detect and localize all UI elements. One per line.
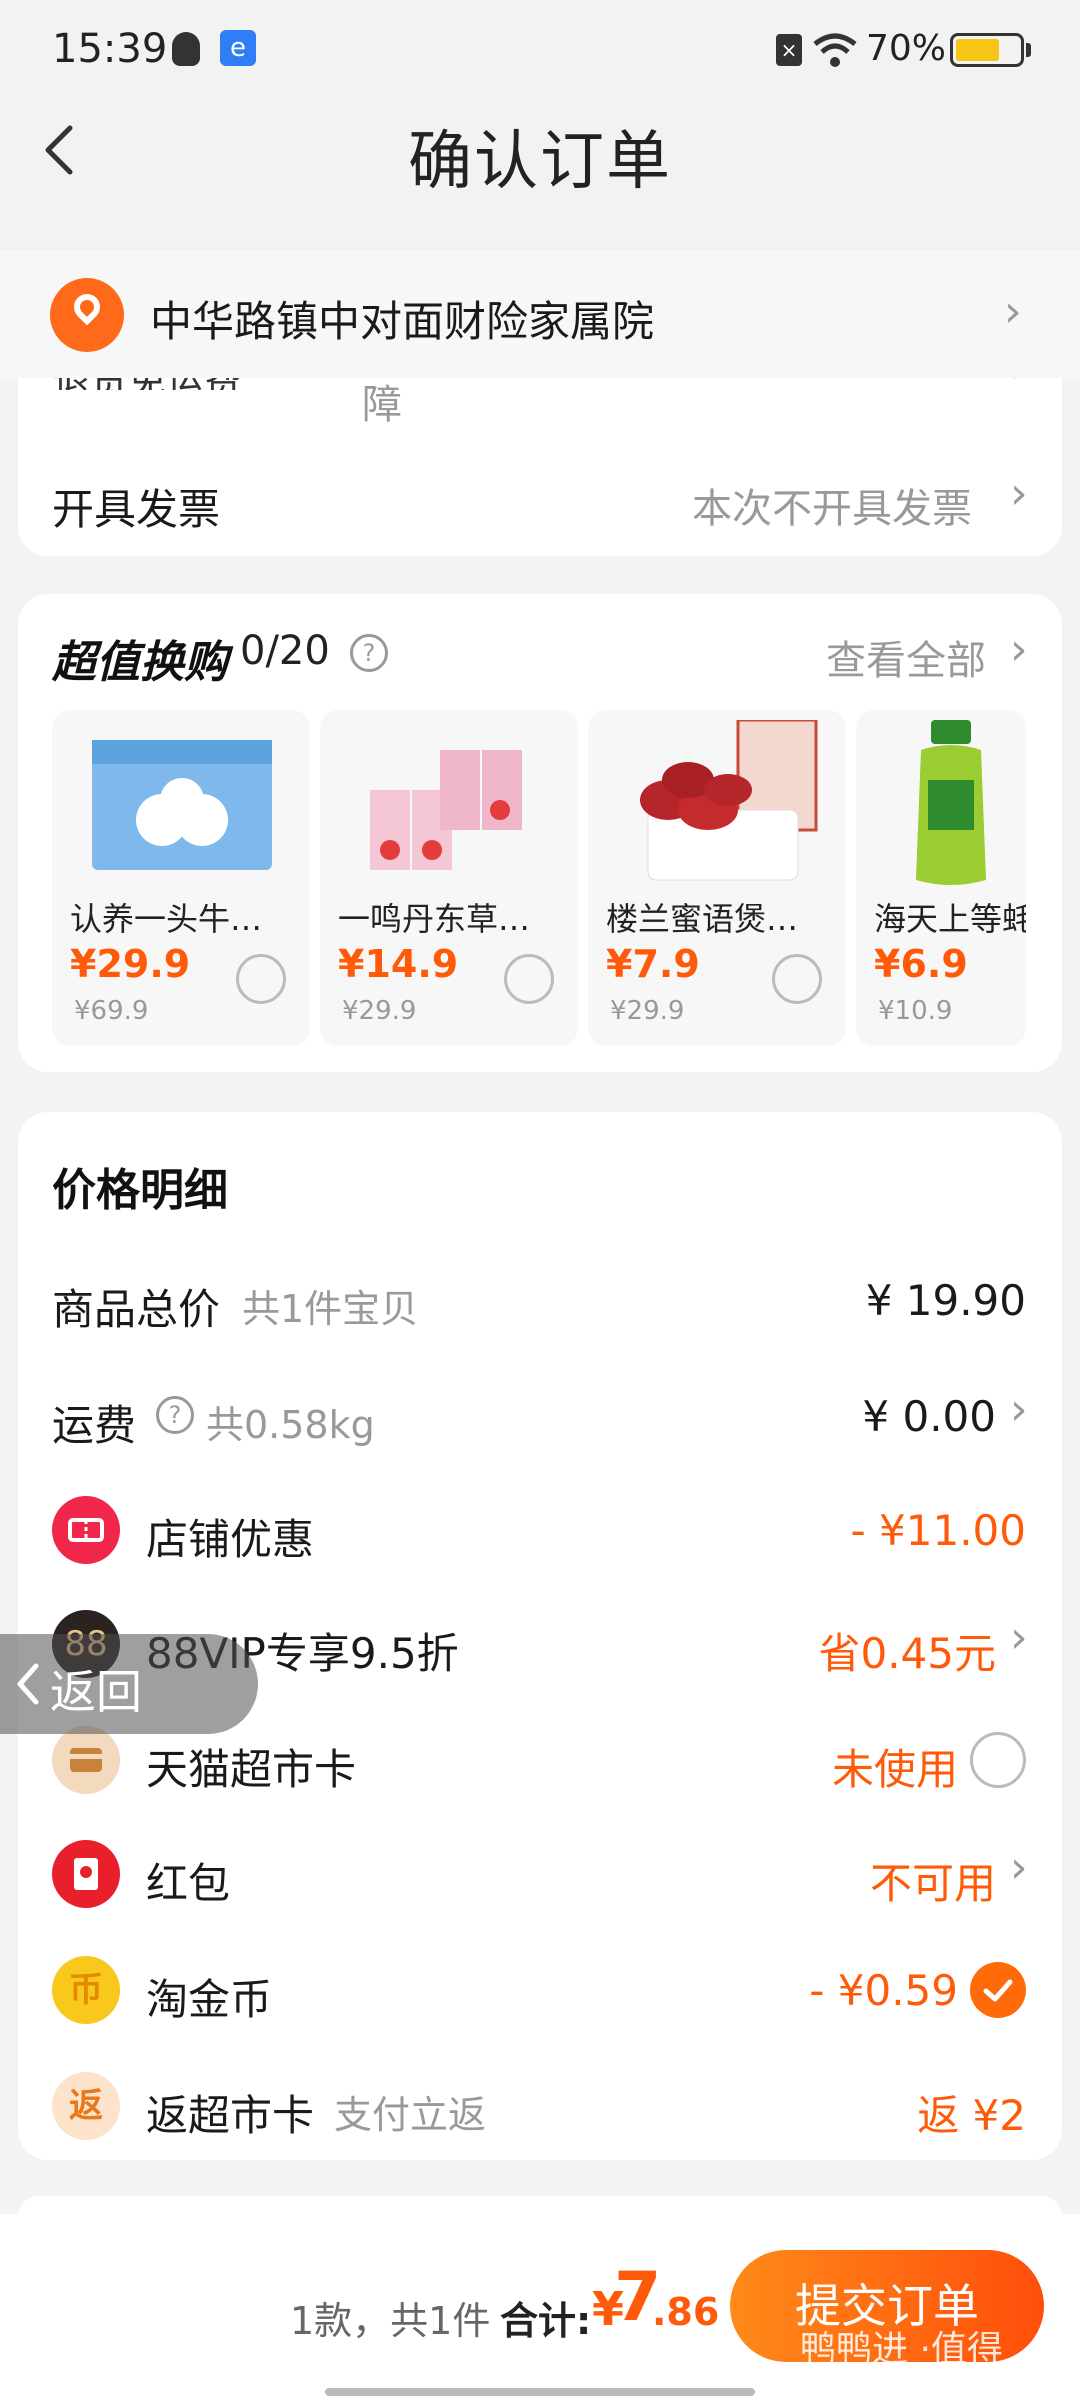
gold-coin-value: - ¥0.59 <box>809 1966 958 2015</box>
goods-total-label: 商品总价 <box>52 1285 221 1334</box>
supermarket-card-label: 天猫超市卡 <box>146 1745 357 1794</box>
page-title: 确认订单 <box>408 125 672 199</box>
status-time: 15:39 <box>52 26 168 72</box>
cashback-label: 返超市卡 <box>146 2091 315 2140</box>
return-shipping-value: 障 <box>362 382 402 428</box>
invoice-value[interactable]: 本次不开具发票 <box>692 476 972 534</box>
deal-item[interactable]: 海天上等蚝 ¥6.9 ¥10.9 <box>856 710 1026 1046</box>
product-image <box>92 740 272 870</box>
chevron-right-icon: › <box>1010 1384 1028 1435</box>
deal-item[interactable]: 一鸣丹东草… ¥14.9 ¥29.9 <box>320 710 578 1046</box>
select-radio[interactable] <box>504 954 554 1004</box>
cashback-value: 返 ¥2 <box>917 2091 1026 2140</box>
red-packet-label: 红包 <box>146 1859 231 1908</box>
product-image <box>640 720 818 881</box>
battery-tip <box>1026 43 1031 57</box>
product-name: 一鸣丹东草… <box>338 900 531 938</box>
deal-item[interactable]: 楼兰蜜语煲… ¥7.9 ¥29.9 <box>588 710 846 1046</box>
product-price: ¥14.9 <box>338 942 459 986</box>
location-pin-icon <box>50 278 124 352</box>
select-radio[interactable] <box>236 954 286 1004</box>
product-name: 认养一头牛… <box>70 900 263 938</box>
qq-notification-icon <box>172 32 200 66</box>
product-image <box>370 750 522 870</box>
shipping-label: 运费 <box>52 1401 137 1450</box>
help-icon[interactable]: ? <box>350 634 388 672</box>
chevron-right-icon: › <box>1010 624 1028 675</box>
cashback-sub: 支付立返 <box>334 2093 487 2137</box>
product-price: ¥6.9 <box>874 942 968 986</box>
chevron-right-icon: › <box>1010 1612 1028 1663</box>
view-all-link[interactable]: 查看全部 <box>826 628 986 686</box>
product-original-price: ¥69.9 <box>74 996 149 1026</box>
chevron-right-icon: › <box>1010 1842 1028 1893</box>
battery-level-fill <box>956 39 999 61</box>
supermarket-card-icon <box>52 1726 120 1794</box>
supermarket-card-value: 未使用 <box>831 1745 958 1794</box>
shipping-value[interactable]: ¥ 0.00 <box>862 1392 996 1441</box>
product-name: 海天上等蚝 <box>874 900 1026 938</box>
coupon-icon <box>52 1496 120 1564</box>
home-indicator[interactable] <box>325 2388 755 2396</box>
deals-title: 超值换购 <box>52 637 228 688</box>
store-discount-value: - ¥11.00 <box>850 1506 1026 1555</box>
red-packet-icon <box>52 1840 120 1908</box>
watermark: 鸭鸭进 ·值得 <box>800 2329 1003 2370</box>
total-label: 合计: <box>500 2299 592 2343</box>
invoice-label: 开具发票 <box>52 485 221 534</box>
product-original-price: ¥29.9 <box>342 996 417 1026</box>
red-packet-value[interactable]: 不可用 <box>870 1850 996 1911</box>
product-name: 楼兰蜜语煲… <box>606 900 799 938</box>
cashback-icon: 返 <box>52 2072 120 2140</box>
gold-coin-icon: 币 <box>52 1956 120 2024</box>
product-price: ¥7.9 <box>606 942 700 986</box>
goods-total-value: ¥ 19.90 <box>865 1276 1026 1325</box>
shipping-weight: 共0.58kg <box>206 1403 375 1447</box>
checkmark-icon[interactable] <box>970 1962 1026 2018</box>
chevron-left-icon <box>17 1663 39 1705</box>
order-summary: 1款，共1件 <box>290 2299 491 2343</box>
store-discount-label: 店铺优惠 <box>146 1515 315 1564</box>
battery-percent: 70% <box>866 28 947 69</box>
product-price: ¥29.9 <box>70 942 191 986</box>
deal-item[interactable]: 认养一头牛… ¥29.9 ¥69.9 <box>52 710 310 1046</box>
sim-icon: × <box>776 34 802 66</box>
app-notification-icon: e <box>220 30 256 66</box>
chevron-right-icon: › <box>1010 468 1028 519</box>
product-original-price: ¥29.9 <box>610 996 685 1026</box>
wifi-icon <box>813 33 857 67</box>
total-decimal: .86 <box>652 2290 720 2334</box>
deals-count: 0/20 <box>240 628 330 674</box>
vip-discount-value[interactable]: 省0.45元 <box>818 1620 996 1681</box>
goods-count: 共1件宝贝 <box>242 1287 419 1331</box>
floating-back-label: 返回 <box>50 1665 142 1719</box>
product-image <box>916 720 986 885</box>
product-original-price: ¥10.9 <box>878 996 953 1026</box>
supermarket-card-toggle[interactable] <box>970 1732 1026 1788</box>
gold-coin-label: 淘金币 <box>146 1975 273 2024</box>
help-icon[interactable]: ? <box>156 1396 194 1434</box>
battery-icon <box>950 33 1024 67</box>
select-radio[interactable] <box>772 954 822 1004</box>
chevron-right-icon: › <box>1004 286 1022 337</box>
address-text[interactable]: 中华路镇中对面财险家属院 <box>150 288 654 349</box>
price-detail-title: 价格明细 <box>52 1165 228 1216</box>
